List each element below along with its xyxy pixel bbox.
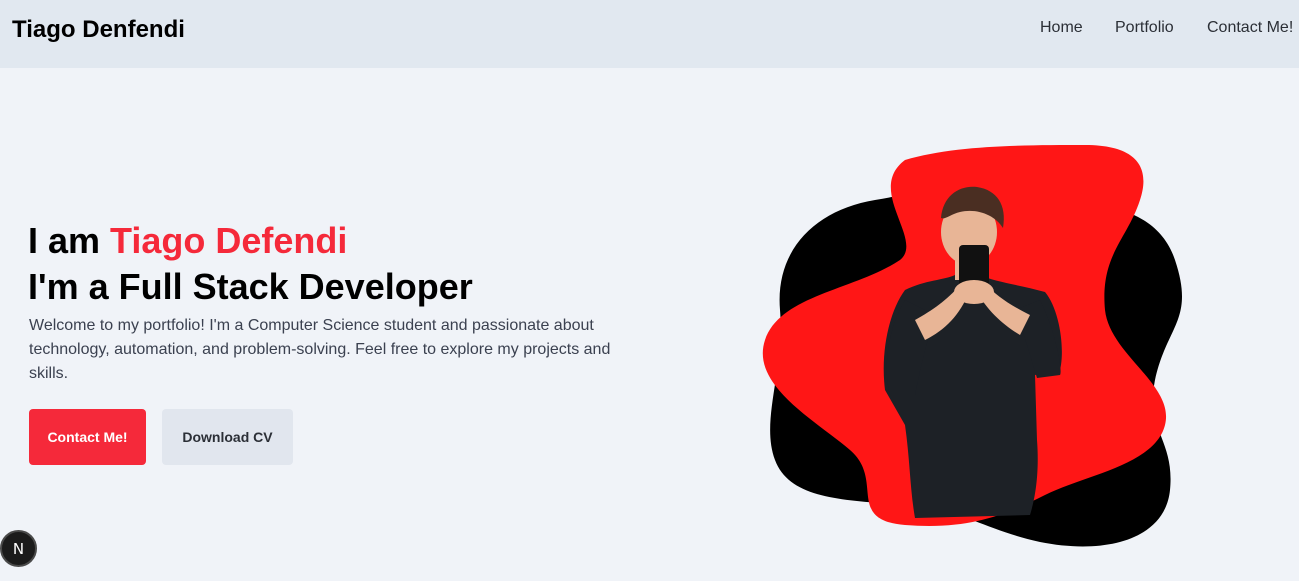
nav-link-home[interactable]: Home (1040, 19, 1083, 37)
hero-illustration (762, 145, 1182, 547)
site-brand[interactable]: Tiago Denfendi (12, 16, 185, 44)
hero-title-prefix: I am (28, 220, 111, 261)
hero-name: Tiago Defendi (110, 220, 348, 261)
download-cv-button[interactable]: Download CV (162, 409, 293, 465)
hero-description: Welcome to my portfolio! I'm a Computer … (29, 317, 611, 382)
contact-me-button[interactable]: Contact Me! (29, 409, 146, 465)
hero-title-line2: I'm a Full Stack Developer (28, 266, 473, 307)
hero-title-line1: I am Tiago Defendi (28, 218, 473, 264)
nav-link-contact[interactable]: Contact Me! (1207, 19, 1293, 37)
nav-link-portfolio[interactable]: Portfolio (1115, 19, 1174, 37)
hero-title: I am Tiago Defendi I'm a Full Stack Deve… (28, 218, 473, 310)
navbar: Tiago Denfendi Home Portfolio Contact Me… (0, 0, 1299, 68)
person-hands (954, 280, 994, 304)
nextjs-icon[interactable]: N (0, 530, 37, 567)
